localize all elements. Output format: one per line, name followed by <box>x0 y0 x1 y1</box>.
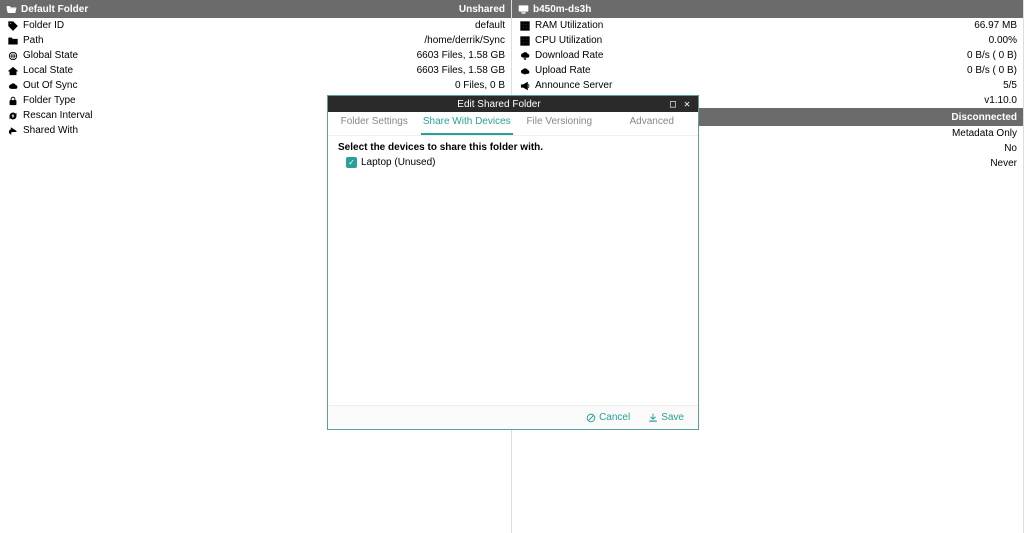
info-row-label: Upload Rate <box>535 64 967 77</box>
info-row: Path/home/derrik/Sync <box>0 33 511 48</box>
home-icon <box>6 66 20 76</box>
modal-title-text: Edit Shared Folder <box>332 99 666 110</box>
info-row-value: 66.97 MB <box>974 19 1017 32</box>
info-row-label: Announce Server <box>535 79 1003 92</box>
folder-icon <box>6 36 20 46</box>
info-row-label: CPU Utilization <box>535 34 989 47</box>
info-row: Announce Server5/5 <box>512 78 1023 93</box>
refresh-icon <box>6 111 20 121</box>
info-row-label: Download Rate <box>535 49 967 62</box>
device-checkbox[interactable]: ✓ <box>346 157 357 168</box>
modal-tabs: Folder Settings Share With Devices File … <box>328 112 698 136</box>
info-row-value: default <box>475 19 505 32</box>
folder-panel-header[interactable]: Default Folder Unshared <box>0 0 511 18</box>
edit-shared-folder-modal: Edit Shared Folder □ ✕ Folder Settings S… <box>327 95 699 430</box>
bullhorn-icon <box>518 81 532 91</box>
info-row-value: v1.10.0 <box>984 94 1017 107</box>
device-checkbox-label: Laptop (Unused) <box>361 157 436 168</box>
info-row: Out Of Sync0 Files, 0 B <box>0 78 511 93</box>
folder-open-icon <box>6 4 17 15</box>
info-row: Upload Rate0 B/s ( 0 B) <box>512 63 1023 78</box>
tab-folder-settings[interactable]: Folder Settings <box>328 112 421 135</box>
save-button[interactable]: Save <box>648 412 684 423</box>
tab-file-versioning[interactable]: File Versioning <box>513 112 606 135</box>
save-icon <box>648 413 658 423</box>
info-row-value: 0 Files, 0 B <box>455 79 505 92</box>
info-row-label: RAM Utilization <box>535 19 974 32</box>
info-row-value: 0 B/s ( 0 B) <box>967 64 1017 77</box>
modal-titlebar: Edit Shared Folder □ ✕ <box>328 96 698 112</box>
info-row-label: Out Of Sync <box>23 79 455 92</box>
globe-icon <box>6 51 20 61</box>
cloud-down-icon <box>518 51 532 61</box>
info-row: CPU Utilization0.00% <box>512 33 1023 48</box>
lock-icon <box>6 96 20 106</box>
info-row-value: 6603 Files, 1.58 GB <box>417 49 505 62</box>
modal-maximize-button[interactable]: □ <box>666 99 680 110</box>
share-instruction: Select the devices to share this folder … <box>338 142 688 153</box>
info-row: Folder IDdefault <box>0 18 511 33</box>
cloud-icon <box>6 81 20 91</box>
cancel-button[interactable]: Cancel <box>586 412 630 423</box>
cancel-icon <box>586 413 596 423</box>
device-panel-header[interactable]: b450m-ds3h <box>512 0 1023 18</box>
modal-close-button[interactable]: ✕ <box>680 99 694 110</box>
info-row-value: 6603 Files, 1.58 GB <box>417 64 505 77</box>
info-row-label: Path <box>23 34 424 47</box>
info-row: RAM Utilization66.97 MB <box>512 18 1023 33</box>
info-row: Local State6603 Files, 1.58 GB <box>0 63 511 78</box>
info-row-label: Local State <box>23 64 417 77</box>
info-row-label: Folder ID <box>23 19 475 32</box>
cloud-up-icon <box>518 66 532 76</box>
info-row-label: Global State <box>23 49 417 62</box>
folder-panel-status: Unshared <box>459 4 505 15</box>
info-row: Global State6603 Files, 1.58 GB <box>0 48 511 63</box>
info-row-value: 0 B/s ( 0 B) <box>967 49 1017 62</box>
grid-icon <box>518 21 532 31</box>
laptop-panel-status: Disconnected <box>951 112 1017 123</box>
desktop-icon <box>518 4 529 15</box>
tab-advanced[interactable]: Advanced <box>606 112 699 135</box>
info-row-value: 0.00% <box>989 34 1017 47</box>
tag-icon <box>6 21 20 31</box>
info-row: Download Rate0 B/s ( 0 B) <box>512 48 1023 63</box>
info-row-value: 5/5 <box>1003 79 1017 92</box>
tab-share-with-devices[interactable]: Share With Devices <box>421 112 514 135</box>
device-panel-title: b450m-ds3h <box>533 4 1017 15</box>
grid-icon <box>518 36 532 46</box>
info-row-value: /home/derrik/Sync <box>424 34 505 47</box>
folder-panel-title: Default Folder <box>21 4 459 15</box>
device-share-row[interactable]: ✓ Laptop (Unused) <box>338 157 688 168</box>
share-icon <box>6 126 20 136</box>
